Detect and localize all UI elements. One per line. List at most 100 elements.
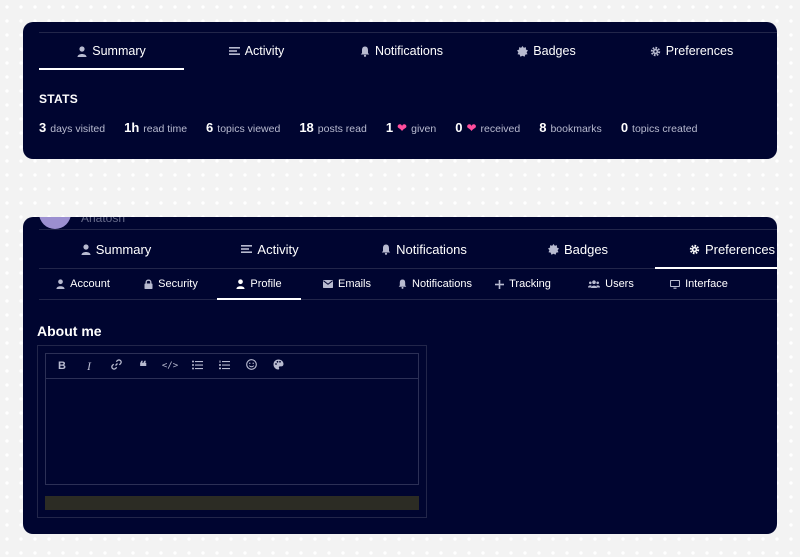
subtab-account[interactable]: Account <box>39 269 127 299</box>
subtab-account-label: Account <box>70 278 110 290</box>
tab-activity-label: Activity <box>257 241 299 257</box>
stream-icon <box>241 244 253 254</box>
stat-likes-given[interactable]: 1 ❤ given <box>386 120 436 135</box>
subtab-interface-label: Interface <box>685 278 728 290</box>
stat-days-visited: 3 days visited <box>39 120 105 135</box>
user-summary-card: Summary Activity Notifications Badges Pr… <box>23 22 777 159</box>
heart-icon: ❤ <box>397 121 408 135</box>
stat-value: 18 <box>299 120 314 135</box>
bold-button[interactable]: B <box>52 356 72 376</box>
tab-summary-label: Summary <box>92 44 146 58</box>
about-me-editor: B I ❝ </> <box>37 345 427 518</box>
bold-icon: B <box>58 360 66 372</box>
subtab-profile-label: Profile <box>250 278 282 290</box>
stat-value: 3 <box>39 120 47 135</box>
bell-icon <box>381 244 391 255</box>
quote-icon: ❝ <box>139 357 147 374</box>
subtab-users-label: Users <box>605 278 634 290</box>
emoji-button[interactable] <box>241 356 261 376</box>
link-icon <box>110 359 122 373</box>
tab-summary[interactable]: Summary <box>39 230 193 268</box>
user-preferences-card: Anatosh Summary Activity Notifications B… <box>23 217 777 534</box>
stat-bookmarks[interactable]: 8 bookmarks <box>539 120 602 135</box>
tab-badges[interactable]: Badges <box>474 33 619 69</box>
tab-activity-label: Activity <box>244 44 285 58</box>
stat-value: 1 <box>385 120 394 135</box>
stat-likes-received[interactable]: 0 ❤ received <box>455 120 520 135</box>
gear-icon <box>689 244 700 255</box>
tab-notifications-label: Notifications <box>396 241 467 257</box>
stat-topics-viewed: 6 topics viewed <box>206 120 280 135</box>
code-button[interactable]: </> <box>160 356 180 376</box>
stat-label: topics created <box>632 123 698 135</box>
envelope-icon <box>322 280 333 288</box>
subtab-security[interactable]: Security <box>127 269 215 299</box>
numbered-list-button[interactable] <box>214 356 234 376</box>
subtab-interface[interactable]: Interface <box>655 269 743 299</box>
stat-value: 0 <box>620 120 629 135</box>
lock-icon <box>144 279 153 289</box>
italic-icon: I <box>87 358 91 373</box>
user-icon <box>81 243 91 255</box>
stat-posts-read: 18 posts read <box>299 120 367 135</box>
stat-label: received <box>480 123 521 135</box>
user-icon <box>56 279 65 289</box>
tab-notifications[interactable]: Notifications <box>329 33 474 69</box>
subtab-tracking-label: Tracking <box>509 278 551 290</box>
bell-icon <box>398 279 407 289</box>
user-icon <box>77 45 87 57</box>
stat-label: days visited <box>50 123 106 135</box>
bell-icon <box>360 46 370 57</box>
stat-label: given <box>411 123 437 135</box>
tab-activity[interactable]: Activity <box>184 33 329 69</box>
desktop-icon <box>670 279 681 289</box>
subtab-profile[interactable]: Profile <box>215 269 303 300</box>
tab-badges-label: Badges <box>533 44 576 58</box>
preferences-sub-nav: Account Security Profile Emails Notifica… <box>39 269 777 300</box>
username: Anatosh <box>81 217 126 225</box>
subtab-emails[interactable]: Emails <box>303 269 391 299</box>
tab-badges-label: Badges <box>563 241 609 257</box>
tab-preferences[interactable]: Preferences <box>619 33 764 69</box>
tab-notifications[interactable]: Notifications <box>347 230 501 268</box>
tab-activity[interactable]: Activity <box>193 230 347 268</box>
about-me-textarea[interactable] <box>46 379 418 484</box>
subtab-security-label: Security <box>158 278 198 290</box>
certificate-icon <box>517 45 529 57</box>
color-button[interactable] <box>268 356 288 376</box>
tab-badges[interactable]: Badges <box>501 230 655 268</box>
user-icon <box>236 279 245 289</box>
stat-value: 1h <box>124 120 140 135</box>
stat-value: 8 <box>539 120 547 135</box>
avatar[interactable] <box>39 217 71 229</box>
stream-icon <box>228 46 240 56</box>
stat-label: bookmarks <box>550 123 602 135</box>
tab-preferences-label: Preferences <box>665 44 734 58</box>
heart-icon: ❤ <box>466 121 477 135</box>
stat-topics-created[interactable]: 0 topics created <box>621 120 698 135</box>
subtab-tracking[interactable]: Tracking <box>479 269 567 299</box>
tab-summary[interactable]: Summary <box>39 33 184 70</box>
subtab-users[interactable]: Users <box>567 269 655 299</box>
bullet-list-button[interactable] <box>187 356 207 376</box>
italic-button[interactable]: I <box>79 356 99 376</box>
editor-input-area: B I ❝ </> <box>45 353 419 485</box>
stats-heading: STATS <box>39 92 79 106</box>
numbered-list-icon <box>218 360 230 373</box>
stat-label: topics viewed <box>217 123 281 135</box>
link-button[interactable] <box>106 356 126 376</box>
tab-preferences-label: Preferences <box>704 241 776 257</box>
subtab-notifications-label: Notifications <box>412 278 472 290</box>
user-main-nav: Summary Activity Notifications Badges Pr… <box>39 229 777 269</box>
subtab-emails-label: Emails <box>337 278 371 290</box>
user-main-nav: Summary Activity Notifications Badges Pr… <box>39 32 777 70</box>
stat-value: 0 <box>455 120 463 135</box>
subtab-notifications[interactable]: Notifications <box>391 269 479 299</box>
bullet-list-icon <box>191 360 203 373</box>
users-icon <box>588 280 601 288</box>
gear-icon <box>650 46 661 57</box>
tab-preferences[interactable]: Preferences <box>655 230 777 269</box>
editor-toolbar: B I ❝ </> <box>46 354 418 379</box>
about-me-heading: About me <box>37 323 102 339</box>
quote-button[interactable]: ❝ <box>133 356 153 376</box>
